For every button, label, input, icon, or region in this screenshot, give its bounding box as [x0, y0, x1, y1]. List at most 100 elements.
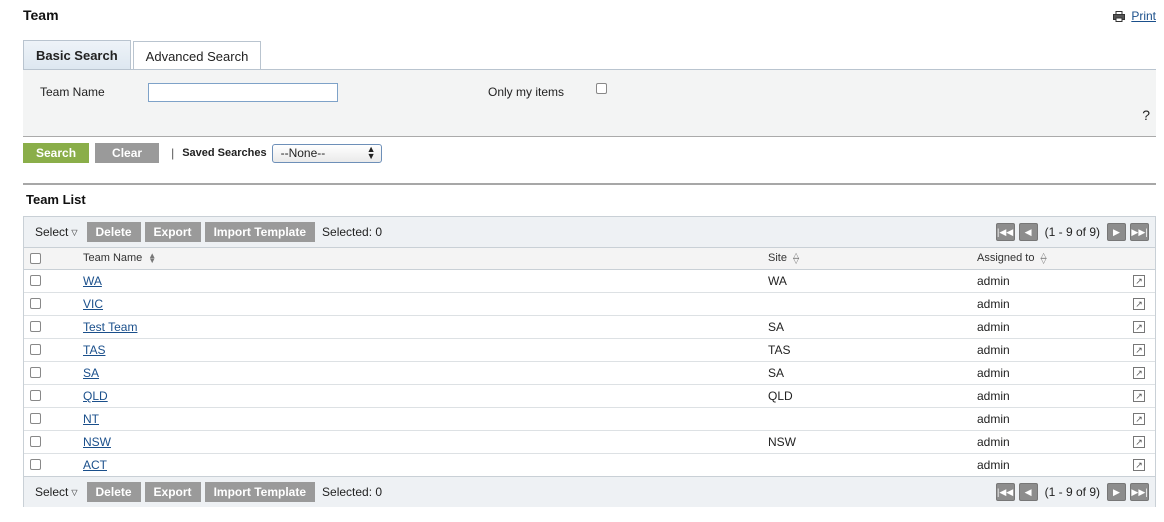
- clear-button[interactable]: Clear: [95, 143, 160, 163]
- export-button[interactable]: Export: [144, 482, 201, 502]
- select-arrows-icon: ▲ ▼: [366, 144, 376, 161]
- select-all-checkbox[interactable]: [30, 253, 41, 264]
- site-cell: TAS: [768, 343, 791, 357]
- column-site[interactable]: Site △ ▽: [768, 252, 799, 265]
- select-menu-label: Select: [35, 485, 69, 499]
- sort-icon[interactable]: △ ▽: [793, 252, 799, 265]
- edit-icon[interactable]: ↗: [1133, 459, 1145, 471]
- team-name-link[interactable]: NT: [83, 412, 99, 426]
- assigned-cell: admin: [977, 343, 1010, 357]
- row-checkbox[interactable]: [30, 367, 41, 378]
- site-cell: NSW: [768, 435, 796, 449]
- team-name-link[interactable]: ACT: [83, 458, 107, 472]
- column-assigned-label: Assigned to: [977, 252, 1035, 264]
- selected-count: Selected: 0: [322, 485, 383, 499]
- saved-searches-label: Saved Searches: [182, 147, 267, 159]
- list-toolbar-top: Select ▽ Delete Export Import Template S…: [24, 217, 1155, 248]
- first-page-icon[interactable]: |◀◀: [995, 483, 1015, 501]
- assigned-cell: admin: [977, 366, 1010, 380]
- table-body: WA WA admin ↗ VIC admin ↗ Test Team SA a…: [24, 270, 1155, 477]
- edit-icon[interactable]: ↗: [1133, 298, 1145, 310]
- column-site-label: Site: [768, 252, 787, 264]
- assigned-cell: admin: [977, 320, 1010, 334]
- search-tabs: Basic Search Advanced Search: [23, 40, 263, 70]
- site-cell: WA: [768, 274, 787, 288]
- pager-text: (1 - 9 of 9): [1044, 225, 1100, 239]
- tab-advanced-search[interactable]: Advanced Search: [132, 41, 262, 70]
- table-row: WA WA admin ↗: [24, 270, 1155, 293]
- first-page-icon[interactable]: |◀◀: [995, 223, 1015, 241]
- edit-icon[interactable]: ↗: [1133, 390, 1145, 402]
- import-template-button[interactable]: Import Template: [204, 222, 316, 242]
- only-my-items-checkbox[interactable]: [596, 83, 607, 94]
- row-checkbox[interactable]: [30, 298, 41, 309]
- saved-searches-select[interactable]: --None-- ▲ ▼: [271, 143, 382, 163]
- select-menu[interactable]: Select ▽: [35, 485, 78, 499]
- row-checkbox[interactable]: [30, 275, 41, 286]
- print-label[interactable]: Print: [1131, 9, 1156, 23]
- table-row: NT admin ↗: [24, 408, 1155, 431]
- sort-icon[interactable]: ▲ ▼: [148, 252, 156, 265]
- table-row: QLD QLD admin ↗: [24, 385, 1155, 408]
- select-menu[interactable]: Select ▽: [35, 225, 78, 239]
- team-name-link[interactable]: SA: [83, 366, 99, 380]
- import-template-button[interactable]: Import Template: [204, 482, 316, 502]
- row-checkbox[interactable]: [30, 436, 41, 447]
- column-team-name-label: Team Name: [83, 252, 143, 264]
- chevron-down-icon: ▽: [71, 227, 78, 237]
- table-row: NSW NSW admin ↗: [24, 431, 1155, 454]
- pager: |◀◀ ◀ (1 - 9 of 9) ▶ ▶▶|: [995, 223, 1149, 241]
- row-checkbox[interactable]: [30, 413, 41, 424]
- last-page-icon[interactable]: ▶▶|: [1130, 223, 1149, 241]
- team-name-link[interactable]: QLD: [83, 389, 108, 403]
- chevron-down-icon: ▽: [71, 487, 78, 497]
- table-row: ACT admin ↗: [24, 454, 1155, 477]
- section-divider: [23, 183, 1156, 185]
- sort-icon[interactable]: △ ▽: [1040, 252, 1046, 265]
- table-row: SA SA admin ↗: [24, 362, 1155, 385]
- row-checkbox[interactable]: [30, 321, 41, 332]
- next-page-icon[interactable]: ▶: [1107, 223, 1126, 241]
- team-name-link[interactable]: VIC: [83, 297, 103, 311]
- search-button[interactable]: Search: [23, 143, 90, 163]
- print-link[interactable]: Print: [1113, 9, 1156, 23]
- team-name-input[interactable]: [148, 83, 338, 102]
- help-icon[interactable]: ?: [1142, 107, 1150, 123]
- edit-icon[interactable]: ↗: [1133, 367, 1145, 379]
- export-button[interactable]: Export: [144, 222, 201, 242]
- row-checkbox[interactable]: [30, 459, 41, 470]
- pager: |◀◀ ◀ (1 - 9 of 9) ▶ ▶▶|: [995, 483, 1149, 501]
- select-menu-label: Select: [35, 225, 69, 239]
- page-title: Team: [23, 7, 59, 23]
- team-list: Select ▽ Delete Export Import Template S…: [23, 216, 1156, 507]
- printer-icon[interactable]: [1113, 10, 1126, 22]
- team-name-link[interactable]: TAS: [83, 343, 105, 357]
- assigned-cell: admin: [977, 297, 1010, 311]
- assigned-cell: admin: [977, 412, 1010, 426]
- edit-icon[interactable]: ↗: [1133, 321, 1145, 333]
- delete-button[interactable]: Delete: [86, 482, 141, 502]
- last-page-icon[interactable]: ▶▶|: [1130, 483, 1149, 501]
- prev-page-icon[interactable]: ◀: [1018, 483, 1038, 501]
- team-name-link[interactable]: Test Team: [83, 320, 137, 334]
- next-page-icon[interactable]: ▶: [1107, 483, 1126, 501]
- column-assigned-to[interactable]: Assigned to △ ▽: [977, 252, 1047, 265]
- team-name-label: Team Name: [40, 85, 105, 99]
- row-checkbox[interactable]: [30, 390, 41, 401]
- edit-icon[interactable]: ↗: [1133, 436, 1145, 448]
- search-panel: Team Name Only my items ?: [23, 70, 1156, 137]
- team-name-link[interactable]: NSW: [83, 435, 111, 449]
- prev-page-icon[interactable]: ◀: [1018, 223, 1038, 241]
- delete-button[interactable]: Delete: [86, 222, 141, 242]
- column-team-name[interactable]: Team Name ▲ ▼: [83, 252, 156, 265]
- assigned-cell: admin: [977, 458, 1010, 472]
- edit-icon[interactable]: ↗: [1133, 275, 1145, 287]
- tab-basic-search[interactable]: Basic Search: [23, 40, 131, 70]
- edit-icon[interactable]: ↗: [1133, 413, 1145, 425]
- saved-searches-value: --None--: [280, 146, 326, 160]
- team-name-link[interactable]: WA: [83, 274, 102, 288]
- pager-text: (1 - 9 of 9): [1044, 485, 1100, 499]
- row-checkbox[interactable]: [30, 344, 41, 355]
- team-list-title: Team List: [26, 192, 86, 207]
- edit-icon[interactable]: ↗: [1133, 344, 1145, 356]
